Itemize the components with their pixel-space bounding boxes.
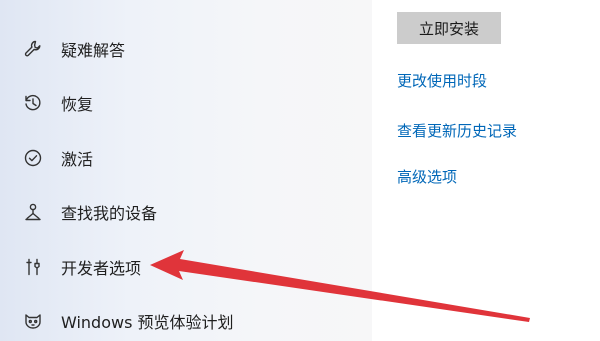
history-icon (22, 92, 44, 114)
sidebar-item-label: 恢复 (61, 95, 94, 114)
update-content-panel: 立即安装 更改使用时段 查看更新历史记录 高级选项 (372, 0, 600, 341)
sidebar-item-label: 查找我的设备 (61, 204, 158, 223)
sidebar-item-label: 激活 (61, 150, 94, 169)
advanced-options-link[interactable]: 高级选项 (397, 166, 457, 187)
change-active-hours-link[interactable]: 更改使用时段 (397, 70, 487, 91)
settings-sidebar: 疑难解答 恢复 激活 查找我的设备 开发者选项 Windows 预览体验计划 (0, 0, 372, 341)
sidebar-item-find-my-device[interactable]: 查找我的设备 (22, 197, 352, 227)
view-update-history-link[interactable]: 查看更新历史记录 (397, 120, 517, 141)
sidebar-item-windows-insider[interactable]: Windows 预览体验计划 (22, 306, 352, 336)
check-circle-icon (22, 147, 44, 169)
sidebar-item-troubleshoot[interactable]: 疑难解答 (22, 34, 352, 64)
install-now-button[interactable]: 立即安装 (397, 12, 501, 44)
developer-tools-icon (22, 256, 44, 278)
sidebar-item-developer-options[interactable]: 开发者选项 (22, 252, 352, 282)
insider-cat-icon (22, 310, 44, 332)
sidebar-item-label: 开发者选项 (61, 259, 142, 278)
sidebar-item-recovery[interactable]: 恢复 (22, 88, 352, 118)
wrench-icon (22, 38, 44, 60)
sidebar-item-label: 疑难解答 (61, 41, 126, 60)
sidebar-item-label: Windows 预览体验计划 (61, 313, 234, 332)
sidebar-item-activation[interactable]: 激活 (22, 143, 352, 173)
person-location-icon (22, 201, 44, 223)
